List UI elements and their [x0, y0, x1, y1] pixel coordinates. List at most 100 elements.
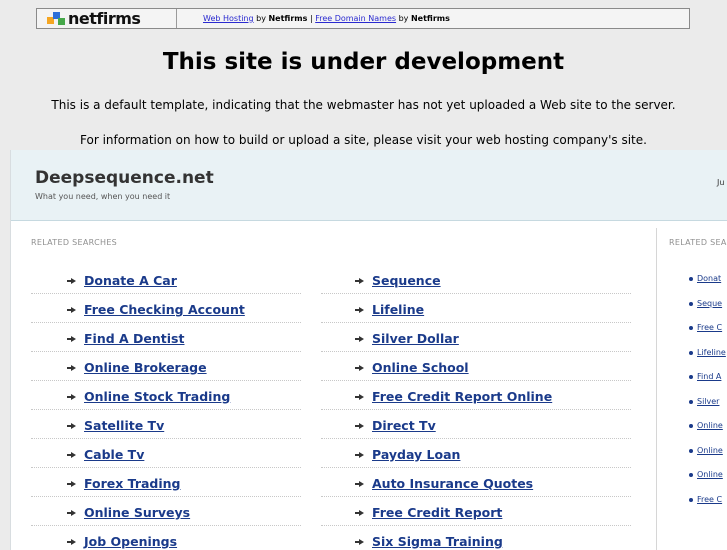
- side-link[interactable]: Seque: [697, 299, 722, 308]
- arrow-right-icon: [355, 364, 364, 371]
- related-link[interactable]: Payday Loan: [372, 447, 460, 462]
- arrow-right-icon: [67, 451, 76, 458]
- list-item: Online: [689, 463, 726, 488]
- list-item: Free C: [689, 488, 726, 513]
- bullet-icon: [689, 497, 693, 502]
- notice-text-2: For information on how to build or uploa…: [80, 133, 647, 147]
- related-link[interactable]: Job Openings: [84, 534, 177, 549]
- related-links-column-2: Sequence Lifeline Silver Dollar Online S…: [321, 265, 631, 550]
- related-link[interactable]: Find A Dentist: [84, 331, 184, 346]
- notice-text-1: This is a default template, indicating t…: [51, 98, 676, 112]
- free-domain-names-link[interactable]: Free Domain Names: [315, 14, 396, 23]
- side-link[interactable]: Free C: [697, 495, 722, 504]
- side-link[interactable]: Online: [697, 421, 723, 430]
- site-name[interactable]: Deepsequence.net: [35, 168, 214, 188]
- arrow-right-icon: [355, 306, 364, 313]
- bullet-icon: [689, 326, 693, 330]
- arrow-right-icon: [67, 538, 76, 545]
- related-link[interactable]: Auto Insurance Quotes: [372, 476, 533, 491]
- related-link[interactable]: Free Credit Report Online: [372, 389, 552, 404]
- bullet-icon: [689, 473, 693, 477]
- related-link[interactable]: Free Credit Report: [372, 505, 502, 520]
- arrow-right-icon: [355, 451, 364, 458]
- related-link[interactable]: Sequence: [372, 273, 441, 288]
- list-item: Online: [689, 414, 726, 439]
- netfirms-logo[interactable]: netfirms: [37, 9, 177, 28]
- arrow-right-icon: [67, 335, 76, 342]
- side-related-searches-label: RELATED SEA: [669, 238, 727, 247]
- list-item: Find A: [689, 365, 726, 390]
- list-item: Donat: [689, 267, 726, 292]
- by-text-1: by: [253, 14, 269, 23]
- side-link[interactable]: Online: [697, 470, 723, 479]
- arrow-right-icon: [355, 393, 364, 400]
- page-title: This site is under development: [162, 49, 565, 75]
- parked-page-frame: Deepsequence.net What you need, when you…: [10, 150, 727, 550]
- arrow-right-icon: [67, 509, 76, 516]
- related-link[interactable]: Direct Tv: [372, 418, 436, 433]
- arrow-right-icon: [67, 393, 76, 400]
- arrow-right-icon: [67, 480, 76, 487]
- bullet-icon: [689, 301, 693, 306]
- site-header: Deepsequence.net What you need, when you…: [11, 150, 727, 221]
- arrow-right-icon: [355, 277, 364, 284]
- related-link[interactable]: Donate A Car: [84, 273, 177, 288]
- list-item: Direct Tv: [321, 410, 631, 439]
- related-links-column-1: Donate A Car Free Checking Account Find …: [31, 265, 301, 550]
- side-link[interactable]: Silver: [697, 397, 719, 406]
- related-link[interactable]: Forex Trading: [84, 476, 181, 491]
- side-link[interactable]: Find A: [697, 372, 721, 381]
- netfirms-links: Web Hosting by Netfirms | Free Domain Na…: [203, 14, 450, 23]
- list-item: Sequence: [321, 265, 631, 294]
- netfirms-brand-2: Netfirms: [410, 14, 450, 23]
- list-item: Silver Dollar: [321, 323, 631, 352]
- bullet-icon: [689, 424, 693, 428]
- list-item: Online Brokerage: [31, 352, 301, 381]
- bullet-icon: [689, 277, 693, 281]
- web-hosting-link[interactable]: Web Hosting: [203, 14, 254, 23]
- related-link[interactable]: Lifeline: [372, 302, 424, 317]
- list-item: Auto Insurance Quotes: [321, 468, 631, 497]
- list-item: Donate A Car: [31, 265, 301, 294]
- arrow-right-icon: [67, 306, 76, 313]
- arrow-right-icon: [355, 335, 364, 342]
- bullet-icon: [689, 448, 693, 453]
- related-link[interactable]: Six Sigma Training: [372, 534, 503, 549]
- list-item: Six Sigma Training: [321, 526, 631, 550]
- related-link[interactable]: Online Surveys: [84, 505, 190, 520]
- arrow-right-icon: [67, 277, 76, 284]
- list-item: Satellite Tv: [31, 410, 301, 439]
- list-item: Cable Tv: [31, 439, 301, 468]
- side-link[interactable]: Online: [697, 446, 723, 455]
- related-searches-label: RELATED SEARCHES: [31, 238, 118, 247]
- bullet-icon: [689, 375, 693, 379]
- column-divider: [656, 228, 657, 550]
- list-item: Free C: [689, 316, 726, 341]
- arrow-right-icon: [67, 364, 76, 371]
- netfirms-bar: netfirms Web Hosting by Netfirms | Free …: [36, 8, 690, 29]
- list-item: Free Credit Report Online: [321, 381, 631, 410]
- bullet-icon: [689, 350, 693, 355]
- list-item: Job Openings: [31, 526, 301, 550]
- list-item: Online Surveys: [31, 497, 301, 526]
- arrow-right-icon: [355, 509, 364, 516]
- related-link[interactable]: Free Checking Account: [84, 302, 245, 317]
- related-link[interactable]: Online Stock Trading: [84, 389, 230, 404]
- header-right-text: Ju: [717, 178, 725, 187]
- by-text-2: by: [396, 14, 411, 23]
- side-link[interactable]: Free C: [697, 323, 722, 332]
- related-link[interactable]: Online School: [372, 360, 469, 375]
- related-link[interactable]: Satellite Tv: [84, 418, 164, 433]
- list-item: Online Stock Trading: [31, 381, 301, 410]
- list-item: Silver: [689, 390, 726, 415]
- arrow-right-icon: [67, 422, 76, 429]
- netfirms-logo-text: netfirms: [68, 9, 141, 28]
- list-item: Online: [689, 439, 726, 464]
- list-item: Lifeline: [321, 294, 631, 323]
- related-link[interactable]: Silver Dollar: [372, 331, 459, 346]
- related-link[interactable]: Cable Tv: [84, 447, 144, 462]
- side-link[interactable]: Donat: [697, 274, 721, 283]
- related-link[interactable]: Online Brokerage: [84, 360, 207, 375]
- netfirms-logo-icon: [47, 12, 66, 25]
- side-link[interactable]: Lifeline: [697, 348, 726, 357]
